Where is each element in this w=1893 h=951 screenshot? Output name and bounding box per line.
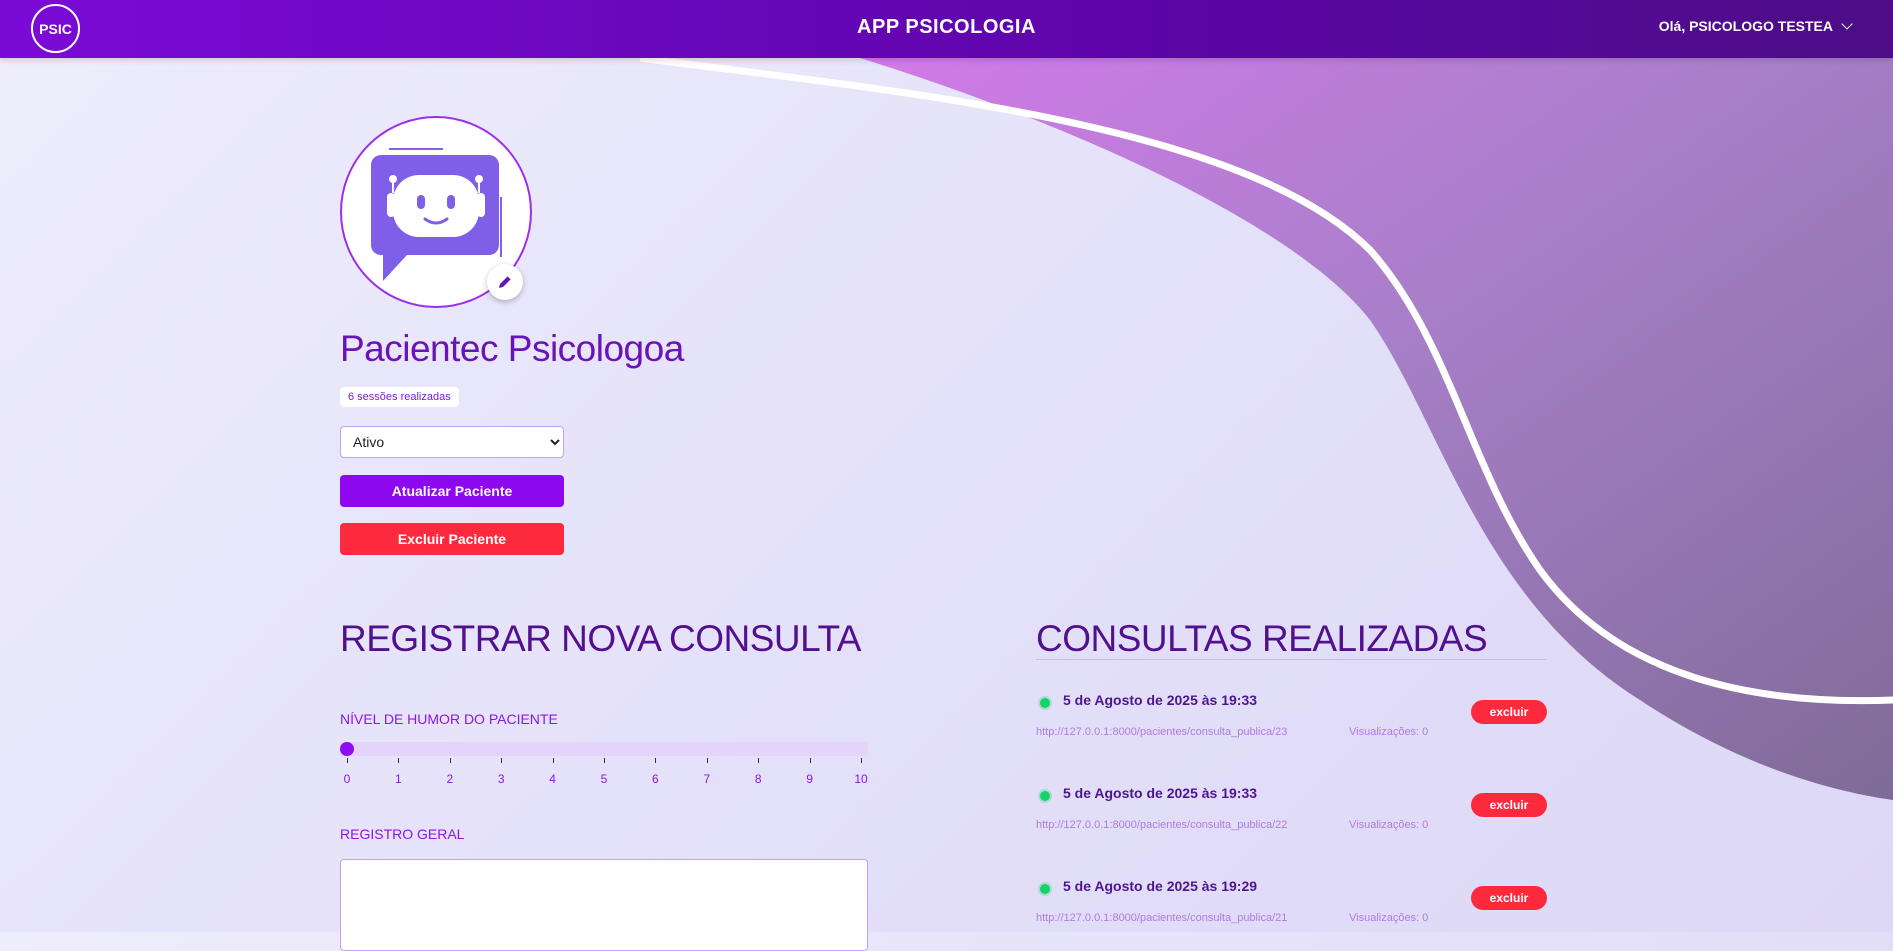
scale-tick-label: 1 <box>395 772 402 786</box>
scale-tick <box>449 758 451 763</box>
scale-tick <box>501 758 503 763</box>
user-greeting: Olá, PSICOLOGO TESTEA <box>1658 18 1833 34</box>
consultation-date: 5 de Agosto de 2025 às 19:33 <box>1063 785 1258 801</box>
consultation-link[interactable]: http://127.0.0.1:8000/pacientes/consulta… <box>1036 726 1287 738</box>
consultation-date: 5 de Agosto de 2025 às 19:33 <box>1063 692 1258 708</box>
scale-tick-label: 6 <box>652 772 659 786</box>
general-record-textarea[interactable] <box>340 859 868 951</box>
mood-slider-thumb[interactable] <box>340 742 354 756</box>
scale-tick <box>552 758 554 763</box>
scale-tick <box>398 758 400 763</box>
scale-tick-label: 10 <box>854 772 868 786</box>
consultations-title: CONSULTAS REALIZADAS <box>1036 618 1488 659</box>
mood-slider-track[interactable] <box>340 742 868 756</box>
patient-name: Pacientec Psicologoa <box>340 328 684 369</box>
delete-patient-button[interactable]: Excluir Paciente <box>340 523 564 555</box>
divider <box>1036 659 1546 660</box>
scale-tick <box>347 758 348 763</box>
status-dot <box>1040 698 1050 708</box>
list-item: 5 de Agosto de 2025 às 19:29 http://127.… <box>1036 878 1547 948</box>
edit-avatar-button[interactable] <box>487 264 523 300</box>
scale-tick <box>655 758 657 763</box>
user-menu[interactable]: Olá, PSICOLOGO TESTEA <box>1658 18 1853 34</box>
scale-tick <box>706 758 708 763</box>
top-navbar: PSIC APP PSICOLOGIA Olá, PSICOLOGO TESTE… <box>0 0 1893 58</box>
general-record-label: REGISTRO GERAL <box>340 826 465 842</box>
consultation-views: Visualizações: 0 <box>1349 726 1429 738</box>
new-consultation-title: REGISTRAR NOVA CONSULTA <box>340 618 861 659</box>
list-item: 5 de Agosto de 2025 às 19:33 http://127.… <box>1036 692 1547 762</box>
list-item: 5 de Agosto de 2025 às 19:33 http://127.… <box>1036 785 1547 855</box>
patient-status-select[interactable]: Ativo <box>340 426 564 458</box>
scale-tick <box>861 758 862 763</box>
main-content: Pacientec Psicologoa 6 sessões realizada… <box>0 0 1893 951</box>
scale-tick-label: 9 <box>806 772 813 786</box>
chevron-down-icon <box>1841 18 1853 30</box>
delete-consultation-button[interactable]: excluir <box>1471 886 1547 910</box>
consultation-link[interactable]: http://127.0.0.1:8000/pacientes/consulta… <box>1036 912 1287 924</box>
scale-tick-label: 4 <box>549 772 556 786</box>
patient-avatar-area <box>340 116 532 308</box>
app-logo[interactable]: PSIC <box>31 4 80 53</box>
scale-tick <box>604 758 605 763</box>
status-dot <box>1040 791 1050 801</box>
pencil-icon <box>499 275 512 288</box>
update-patient-button[interactable]: Atualizar Paciente <box>340 475 564 507</box>
consultation-views: Visualizações: 0 <box>1349 819 1429 831</box>
scale-tick-label: 3 <box>497 772 505 786</box>
sessions-badge: 6 sessões realizadas <box>340 387 459 407</box>
scale-tick-label: 2 <box>446 772 454 786</box>
app-title: APP PSICOLOGIA <box>857 16 1036 38</box>
consultation-link[interactable]: http://127.0.0.1:8000/pacientes/consulta… <box>1036 819 1287 831</box>
mood-level-label: NÍVEL DE HUMOR DO PACIENTE <box>340 711 558 727</box>
scale-tick-label: 8 <box>754 772 762 786</box>
consultation-date: 5 de Agosto de 2025 às 19:29 <box>1063 878 1258 894</box>
scale-tick <box>809 758 811 763</box>
scale-tick <box>758 758 760 763</box>
status-dot <box>1040 884 1050 894</box>
delete-consultation-button[interactable]: excluir <box>1471 793 1547 817</box>
scale-tick-label: 0 <box>343 772 351 786</box>
consultation-views: Visualizações: 0 <box>1349 912 1429 924</box>
delete-consultation-button[interactable]: excluir <box>1471 700 1547 724</box>
scale-tick-label: 7 <box>703 772 711 786</box>
scale-tick-label: 5 <box>600 772 608 786</box>
